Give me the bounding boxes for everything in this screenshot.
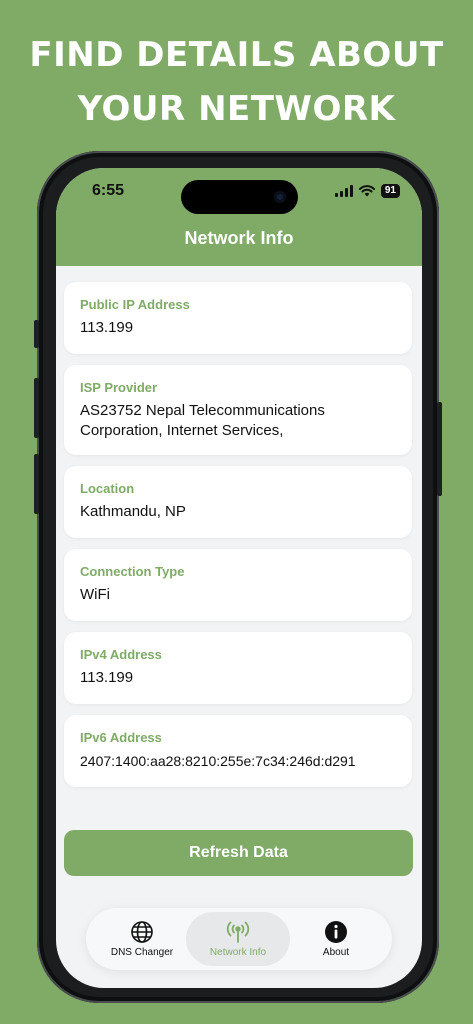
phone-screen: 6:55 91 Network Info Public IP Address 1… [56,168,422,988]
tab-label: About [322,947,350,958]
public-ip-card: Public IP Address 113.199 [64,282,412,354]
ipv6-address-card: IPv6 Address 2407:1400:aa28:8210:255e:7c… [64,715,412,787]
info-icon [325,921,347,943]
battery-indicator: 91 [380,184,400,198]
location-card: Location Kathmandu, NP [64,466,412,538]
app-header: 6:55 91 Network Info [56,168,422,266]
connection-type-card: Connection Type WiFi [64,549,412,621]
card-label: Public IP Address [80,297,190,312]
refresh-data-button[interactable]: Refresh Data [64,830,413,876]
card-value: Kathmandu, NP [80,503,186,520]
page-title: Network Info [184,228,294,248]
headline-line-1: FIND DETAILS ABOUT [29,35,444,75]
card-value: 113.199 [80,319,134,336]
tab-label: Network Info [209,947,267,958]
headline-line-2: YOUR NETWORK [77,89,396,129]
bottom-tab-bar: DNS Changer Network Info About [86,908,392,970]
card-label: Connection Type [80,564,185,579]
phone-volume-up [34,378,39,438]
card-label: ISP Provider [80,380,158,395]
antenna-icon [226,921,250,943]
isp-provider-card: ISP Provider AS23752 Nepal Telecommunica… [64,365,412,455]
card-value: 2407:1400:aa28:8210:255e:7c34:246d:d291 [80,753,356,769]
promo-headline: FIND DETAILS ABOUT YOUR NETWORK [0,28,473,136]
ipv4-address-card: IPv4 Address 113.199 [64,632,412,704]
tab-network-info[interactable]: Network Info [186,912,290,966]
tab-dns-changer[interactable]: DNS Changer [90,912,194,966]
card-label: Location [80,481,135,496]
phone-side-button [34,320,39,348]
wifi-icon [358,185,375,197]
card-value: 113.199 [80,669,134,686]
card-label: IPv4 Address [80,647,162,662]
card-value: WiFi [80,586,110,603]
cellular-signal-icon [334,185,353,197]
tab-about[interactable]: About [284,912,388,966]
tab-label: DNS Changer [110,947,174,958]
card-label: IPv6 Address [80,730,162,745]
camera-icon [274,191,286,203]
card-value: AS23752 Nepal Telecommunications Corpora… [80,402,325,439]
status-icons: 91 [334,184,400,198]
globe-icon [131,921,153,943]
dynamic-island [181,180,298,214]
phone-power-button [437,402,442,496]
status-time: 6:55 [92,182,125,199]
phone-volume-down [34,454,39,514]
